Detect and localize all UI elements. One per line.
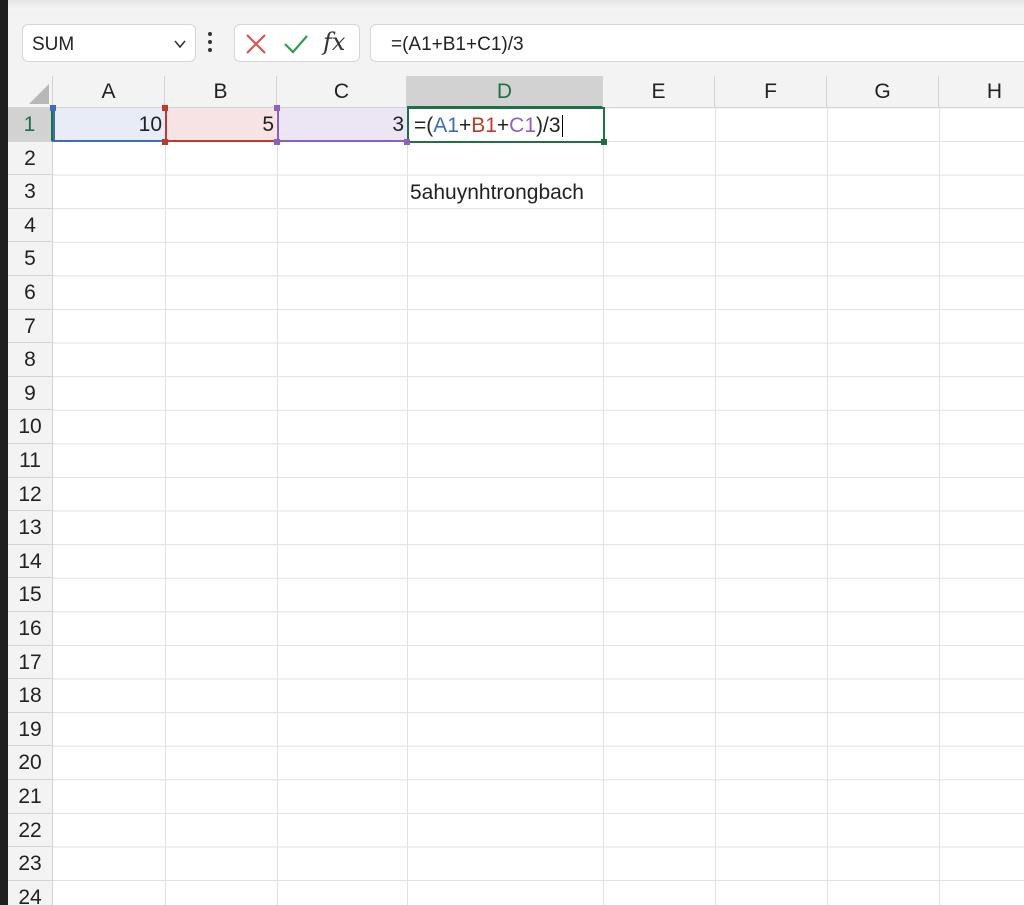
range-handle[interactable] xyxy=(162,139,168,145)
row-header-21[interactable]: 21 xyxy=(8,780,53,814)
column-header-d[interactable]: D xyxy=(407,76,603,108)
formula-plus: + xyxy=(458,114,472,137)
chevron-down-icon[interactable] xyxy=(173,37,187,51)
row-header-17[interactable]: 17 xyxy=(8,645,53,680)
formula-input[interactable]: =(A1+B1+C1)/3 xyxy=(370,24,1024,62)
column-header-e[interactable]: E xyxy=(603,76,715,108)
row-header-6[interactable]: 6 xyxy=(8,276,53,310)
column-header-c[interactable]: C xyxy=(277,76,407,108)
gridline xyxy=(603,108,604,905)
formula-ref-b1: B1 xyxy=(471,114,497,137)
gridline xyxy=(827,108,828,905)
fill-handle[interactable] xyxy=(601,139,607,145)
select-all-icon xyxy=(29,84,49,104)
range-handle[interactable] xyxy=(274,105,280,111)
row-header-1[interactable]: 1 xyxy=(8,108,53,142)
row-header-3[interactable]: 3 xyxy=(8,175,53,209)
formula-bar: SUM fx =(A1+B1+C1)/3 xyxy=(8,10,1024,76)
window-edge xyxy=(0,0,8,905)
row-header-13[interactable]: 13 xyxy=(8,511,53,545)
formula-suffix: )/3 xyxy=(536,114,561,137)
column-header-a[interactable]: A xyxy=(53,76,165,108)
row-header-11[interactable]: 11 xyxy=(8,444,53,478)
gridline xyxy=(277,108,278,905)
cell-a1[interactable]: 10 xyxy=(53,108,165,142)
column-header-f[interactable]: F xyxy=(715,76,827,108)
more-options-icon[interactable] xyxy=(207,32,213,54)
row-header-12[interactable]: 12 xyxy=(8,477,53,512)
formula-prefix: =( xyxy=(414,114,434,137)
row-header-24[interactable]: 24 xyxy=(8,880,53,905)
column-header-b[interactable]: B xyxy=(165,76,277,108)
row-header-8[interactable]: 8 xyxy=(8,343,53,377)
column-header-g[interactable]: G xyxy=(827,76,939,108)
checkmark-icon[interactable] xyxy=(283,33,309,55)
row-header-4[interactable]: 4 xyxy=(8,208,53,243)
cell-d1-editing[interactable]: =(A1+B1+C1)/3 xyxy=(407,107,605,143)
formula-ref-c1: C1 xyxy=(509,114,537,137)
row-header-16[interactable]: 16 xyxy=(8,612,53,646)
cell-b1[interactable]: 5 xyxy=(165,108,277,142)
row-header-18[interactable]: 18 xyxy=(8,679,53,713)
row-header-19[interactable]: 19 xyxy=(8,712,53,747)
range-handle[interactable] xyxy=(404,139,410,145)
gridline xyxy=(165,108,166,905)
name-box[interactable]: SUM xyxy=(22,24,196,62)
formula-input-value: =(A1+B1+C1)/3 xyxy=(391,34,524,55)
formula-buttons: fx xyxy=(234,24,360,62)
gridline xyxy=(939,108,940,905)
gridline xyxy=(407,108,408,905)
insert-function-icon[interactable]: fx xyxy=(323,28,345,56)
row-header-15[interactable]: 15 xyxy=(8,578,53,612)
range-handle[interactable] xyxy=(274,139,280,145)
range-handle[interactable] xyxy=(50,105,56,111)
cell-d3[interactable]: 5ahuynhtrongbach xyxy=(407,176,707,210)
range-handle[interactable] xyxy=(162,105,168,111)
row-header-2[interactable]: 2 xyxy=(8,141,53,176)
text-cursor xyxy=(561,115,563,138)
cell-c1[interactable]: 3 xyxy=(277,108,407,142)
excel-window: SUM fx =(A1+B1+C1)/3 A B C D E F G H 1 2… xyxy=(0,0,1024,905)
formula-plus: + xyxy=(496,114,510,137)
row-header-20[interactable]: 20 xyxy=(8,746,53,780)
row-header-9[interactable]: 9 xyxy=(8,376,53,411)
gridline xyxy=(715,108,716,905)
row-header-10[interactable]: 10 xyxy=(8,410,53,444)
row-header-22[interactable]: 22 xyxy=(8,813,53,848)
cancel-icon[interactable] xyxy=(245,33,267,55)
row-header-14[interactable]: 14 xyxy=(8,544,53,579)
row-header-5[interactable]: 5 xyxy=(8,242,53,276)
gridlines xyxy=(53,108,1024,905)
row-header-7[interactable]: 7 xyxy=(8,309,53,344)
worksheet-grid: A B C D E F G H 1 2 3 4 5 6 7 8 9 10 11 12 13 14 15 16 1… xyxy=(8,76,1024,905)
name-box-value: SUM xyxy=(32,34,75,55)
select-all-button[interactable] xyxy=(8,76,53,108)
formula-ref-a1: A1 xyxy=(433,114,459,137)
column-header-h[interactable]: H xyxy=(939,76,1024,108)
row-header-23[interactable]: 23 xyxy=(8,847,53,881)
